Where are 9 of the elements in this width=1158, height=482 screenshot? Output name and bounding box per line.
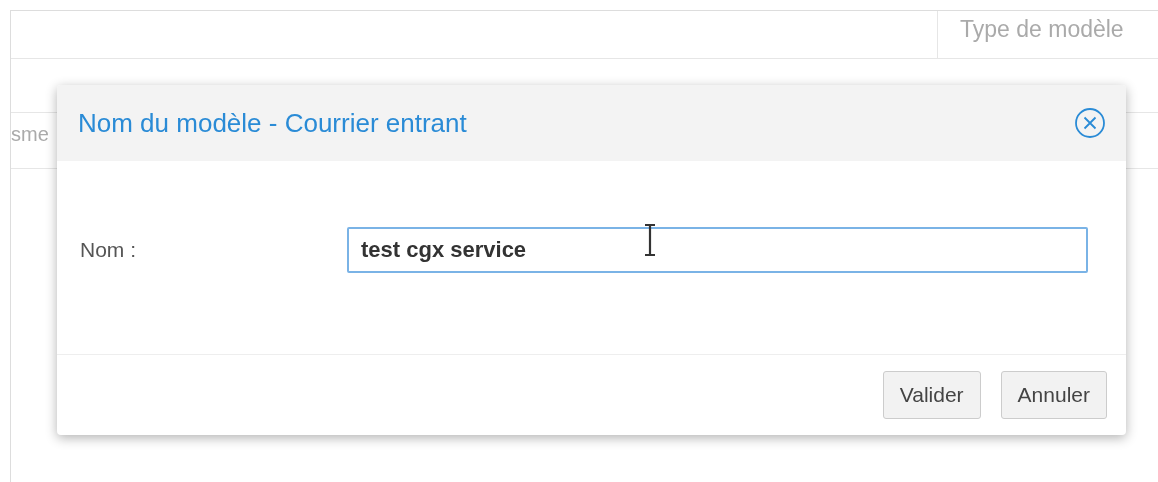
validate-button[interactable]: Valider: [882, 371, 981, 419]
field-label: Nom :: [80, 238, 137, 262]
close-icon[interactable]: [1074, 107, 1106, 139]
dialog-title: Nom du modèle - Courrier entrant: [78, 107, 467, 139]
column-header: Type de modèle: [937, 11, 1158, 58]
name-input-field[interactable]: test cgx service: [347, 227, 1088, 273]
table-cell: sme: [11, 123, 49, 146]
cancel-button[interactable]: Annuler: [1000, 371, 1107, 419]
text-cursor-icon: [643, 223, 657, 257]
